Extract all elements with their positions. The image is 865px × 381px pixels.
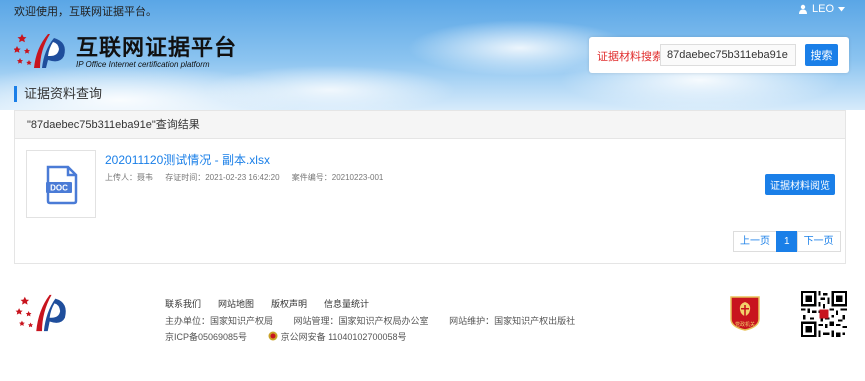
search-button[interactable]: 搜索 xyxy=(805,44,838,66)
footer-admin: 网站管理：国家知识产权局办公室 xyxy=(293,316,429,326)
doc-icon-text: DOC xyxy=(50,184,68,193)
footer-icp[interactable]: 京ICP备05069085号 xyxy=(165,332,247,342)
pagination: 上一页 1 下一页 xyxy=(733,231,841,252)
user-menu[interactable]: LEO xyxy=(798,3,845,15)
top-bar: 欢迎使用，互联网证据平台。 LEO xyxy=(0,0,865,18)
footer-maintain: 网站维护：国家知识产权出版社 xyxy=(449,316,576,326)
case-number: 案件编号：20210223-001 xyxy=(291,173,384,182)
file-meta: 上传人：聂韦 存证时间：2021-02-23 16:42:20 案件编号：202… xyxy=(105,172,393,183)
footer-link-copyright[interactable]: 版权声明 xyxy=(271,297,307,310)
emblem-icon xyxy=(14,34,65,68)
footer-emblem-icon xyxy=(15,294,66,332)
footer-link-sitemap[interactable]: 网站地图 xyxy=(218,297,254,310)
file-thumbnail[interactable]: DOC xyxy=(26,150,96,218)
user-name: LEO xyxy=(811,3,834,15)
user-icon xyxy=(798,4,807,14)
badge-text: 党政机关 xyxy=(735,321,755,328)
results-panel: "87daebec75b311eba91e"查询结果 DOC 202011120… xyxy=(14,110,846,264)
results-heading: "87daebec75b311eba91e"查询结果 xyxy=(15,111,845,139)
footer-link-stats[interactable]: 信息量统计 xyxy=(324,297,369,310)
view-evidence-button[interactable]: 证据材料阅览 xyxy=(765,174,835,195)
evidence-search: 证据材料搜索: 搜索 xyxy=(589,37,849,73)
prev-page-button[interactable]: 上一页 xyxy=(733,231,777,252)
doc-file-icon: DOC xyxy=(46,165,78,205)
qr-code-icon xyxy=(801,291,847,337)
search-label: 证据材料搜索: xyxy=(597,51,667,63)
uploader: 上传人：聂韦 xyxy=(105,173,153,182)
footer-links: 联系我们 网站地图 版权声明 信息量统计 xyxy=(165,297,386,310)
file-name-link[interactable]: 202011120测试情况 - 副本.xlsx xyxy=(105,151,270,168)
site-logo[interactable]: 互联网证据平台 IP Office Internet certification… xyxy=(14,30,244,72)
police-badge-icon xyxy=(268,331,278,341)
footer-link-contact[interactable]: 联系我们 xyxy=(165,297,201,310)
search-input[interactable] xyxy=(660,44,796,66)
logo-title: 互联网证据平台 xyxy=(76,35,238,61)
footer-icp-line: 京ICP备05069085号 京公网安备 11040102700058号 xyxy=(165,330,424,343)
section-title: 证据资料查询 xyxy=(14,86,102,102)
caret-down-icon xyxy=(838,6,845,11)
gov-agency-badge-icon[interactable]: 党政机关 xyxy=(729,295,761,331)
logo-subtitle: IP Office Internet certification platfor… xyxy=(76,60,210,69)
welcome-text: 欢迎使用，互联网证据平台。 xyxy=(14,6,157,18)
footer-sponsor: 主办单位：国家知识产权局 xyxy=(165,316,274,326)
footer-police[interactable]: 京公网安备 11040102700058号 xyxy=(281,332,407,342)
footer-org-line: 主办单位：国家知识产权局 网站管理：国家知识产权局办公室 网站维护：国家知识产权… xyxy=(165,314,593,327)
next-page-button[interactable]: 下一页 xyxy=(796,231,841,252)
page-1-button[interactable]: 1 xyxy=(776,231,798,252)
stored-time: 存证时间：2021-02-23 16:42:20 xyxy=(165,173,280,182)
